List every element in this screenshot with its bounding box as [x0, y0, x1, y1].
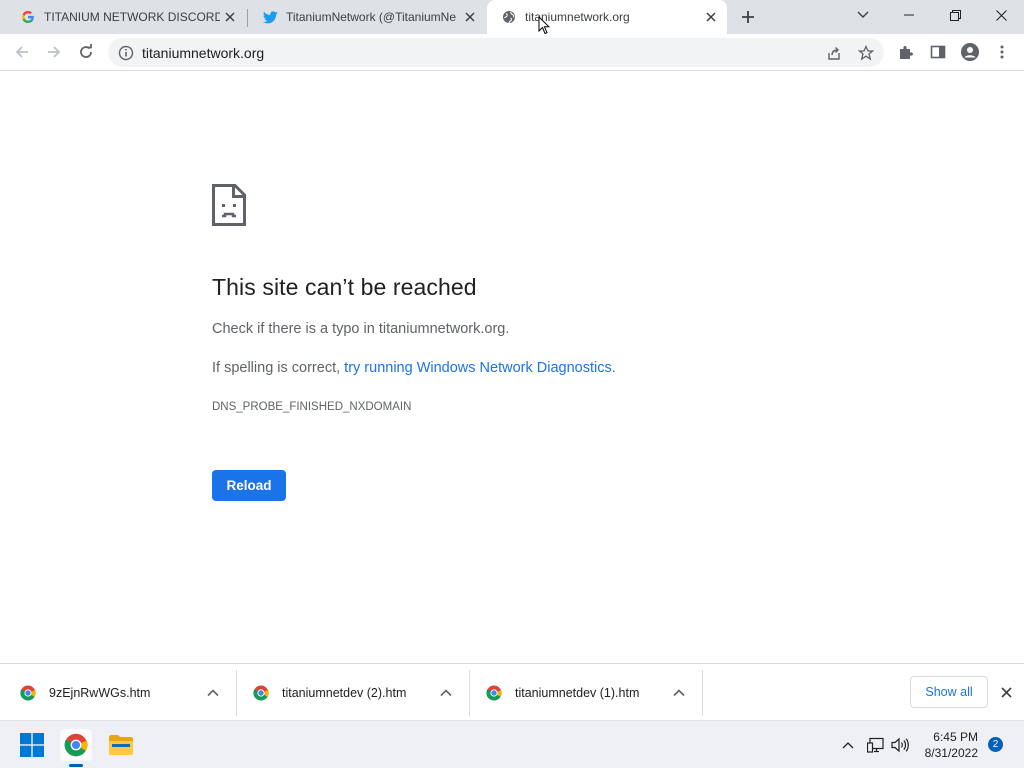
close-icon — [1000, 686, 1012, 698]
start-button[interactable] — [16, 729, 48, 761]
tab-search-button[interactable] — [840, 0, 886, 30]
taskbar-file-explorer[interactable] — [105, 729, 137, 761]
new-tab-button[interactable] — [735, 5, 761, 29]
more-vertical-icon — [1000, 45, 1004, 59]
chevron-up-icon[interactable] — [438, 685, 454, 701]
chevron-up-icon — [842, 742, 854, 749]
chevron-up-icon[interactable] — [671, 685, 687, 701]
reload-toolbar-button[interactable] — [72, 38, 100, 66]
puzzle-icon — [900, 46, 913, 59]
browser-toolbar: titaniumnetwork.org — [0, 34, 1024, 71]
chevron-up-icon[interactable] — [205, 685, 221, 701]
active-app-indicator — [69, 764, 83, 767]
refresh-icon — [80, 44, 92, 58]
taskbar-chrome[interactable] — [60, 729, 92, 761]
forward-button[interactable] — [40, 38, 68, 66]
mouse-cursor-icon — [538, 16, 550, 35]
download-filename: titaniumnetdev (1).htm — [515, 686, 640, 700]
google-icon — [20, 9, 36, 25]
chrome-icon — [20, 685, 36, 701]
window-close-button[interactable] — [978, 0, 1024, 30]
close-icon[interactable] — [220, 7, 240, 27]
avatar-icon — [961, 43, 979, 61]
close-downloads-button[interactable] — [996, 682, 1016, 702]
tab-title: TITANIUM NETWORK DISCORD - — [44, 10, 220, 24]
minimize-icon — [904, 14, 914, 16]
restore-icon — [949, 9, 961, 21]
download-filename: titaniumnetdev (2).htm — [282, 686, 407, 700]
tab-twitter[interactable]: TitaniumNetwork (@TitaniumNe — [248, 0, 486, 34]
error-title: This site can’t be reached — [212, 274, 477, 300]
twitter-icon — [262, 9, 278, 25]
speaker-icon — [891, 737, 909, 753]
profile-button[interactable] — [956, 38, 984, 66]
clock-time: 6:45 PM — [933, 730, 978, 744]
side-panel-button[interactable] — [924, 38, 952, 66]
error-suggestion: Check if there is a typo in titaniumnetw… — [212, 321, 510, 337]
tab-strip: TITANIUM NETWORK DISCORD - TitaniumNetwo… — [0, 0, 1024, 34]
chevron-down-icon — [857, 11, 869, 18]
downloads-bar: 9zEjnRwWGs.htm titaniumnetdev (2).htm ti… — [0, 663, 1024, 720]
reload-button[interactable]: Reload — [212, 470, 286, 501]
share-icon — [828, 47, 840, 60]
download-filename: 9zEjnRwWGs.htm — [49, 686, 151, 700]
side-panel-icon — [930, 45, 946, 59]
close-icon[interactable] — [460, 7, 480, 27]
minimize-button[interactable] — [886, 0, 932, 30]
bookmark-button[interactable] — [852, 39, 880, 67]
download-divider — [702, 670, 703, 716]
menu-button[interactable] — [988, 38, 1016, 66]
chrome-icon — [64, 733, 88, 757]
plus-icon — [742, 11, 754, 23]
address-bar[interactable]: titaniumnetwork.org — [108, 38, 884, 67]
sad-document-icon — [212, 184, 246, 226]
error-diagnostics-line: If spelling is correct, try running Wind… — [212, 360, 616, 376]
diagnostics-suffix: . — [611, 360, 616, 376]
arrow-right-icon — [48, 46, 61, 58]
network-icon — [867, 737, 884, 753]
notification-badge[interactable]: 2 — [988, 737, 1003, 752]
star-icon — [858, 45, 874, 61]
download-item[interactable]: titaniumnetdev (2).htm — [236, 672, 469, 714]
tab-discord[interactable]: TITANIUM NETWORK DISCORD - — [6, 0, 246, 34]
network-button[interactable] — [866, 735, 886, 755]
back-button[interactable] — [8, 38, 36, 66]
folder-icon — [109, 735, 133, 755]
arrow-left-icon — [15, 46, 28, 58]
show-hidden-icons-button[interactable] — [838, 735, 858, 755]
diagnostics-prefix: If spelling is correct, — [212, 360, 345, 376]
windows-logo-icon — [20, 733, 44, 757]
download-item[interactable]: 9zEjnRwWGs.htm — [0, 672, 236, 714]
clock-date: 8/31/2022 — [924, 746, 978, 760]
restore-button[interactable] — [932, 0, 978, 30]
error-code: DNS_PROBE_FINISHED_NXDOMAIN — [212, 401, 412, 413]
volume-button[interactable] — [890, 735, 910, 755]
chrome-icon — [486, 685, 502, 701]
windows-taskbar: 6:45 PM 8/31/2022 2 — [0, 720, 1024, 768]
close-icon[interactable] — [701, 7, 721, 27]
chrome-icon — [253, 685, 269, 701]
share-button[interactable] — [820, 39, 848, 67]
close-icon — [995, 9, 1007, 21]
globe-icon — [501, 9, 517, 25]
tab-title: titaniumnetwork.org — [525, 10, 630, 24]
url-text[interactable]: titaniumnetwork.org — [142, 45, 264, 61]
info-icon[interactable] — [118, 45, 134, 61]
network-diagnostics-link[interactable]: try running Windows Network Diagnostics — [344, 360, 612, 376]
show-all-downloads-button[interactable]: Show all — [910, 676, 988, 708]
tab-titaniumnetwork[interactable]: titaniumnetwork.org — [487, 0, 727, 34]
extensions-button[interactable] — [892, 38, 920, 66]
download-item[interactable]: titaniumnetdev (1).htm — [469, 672, 702, 714]
clock[interactable]: 6:45 PM 8/31/2022 — [914, 729, 978, 761]
tab-title: TitaniumNetwork (@TitaniumNe — [286, 10, 456, 24]
